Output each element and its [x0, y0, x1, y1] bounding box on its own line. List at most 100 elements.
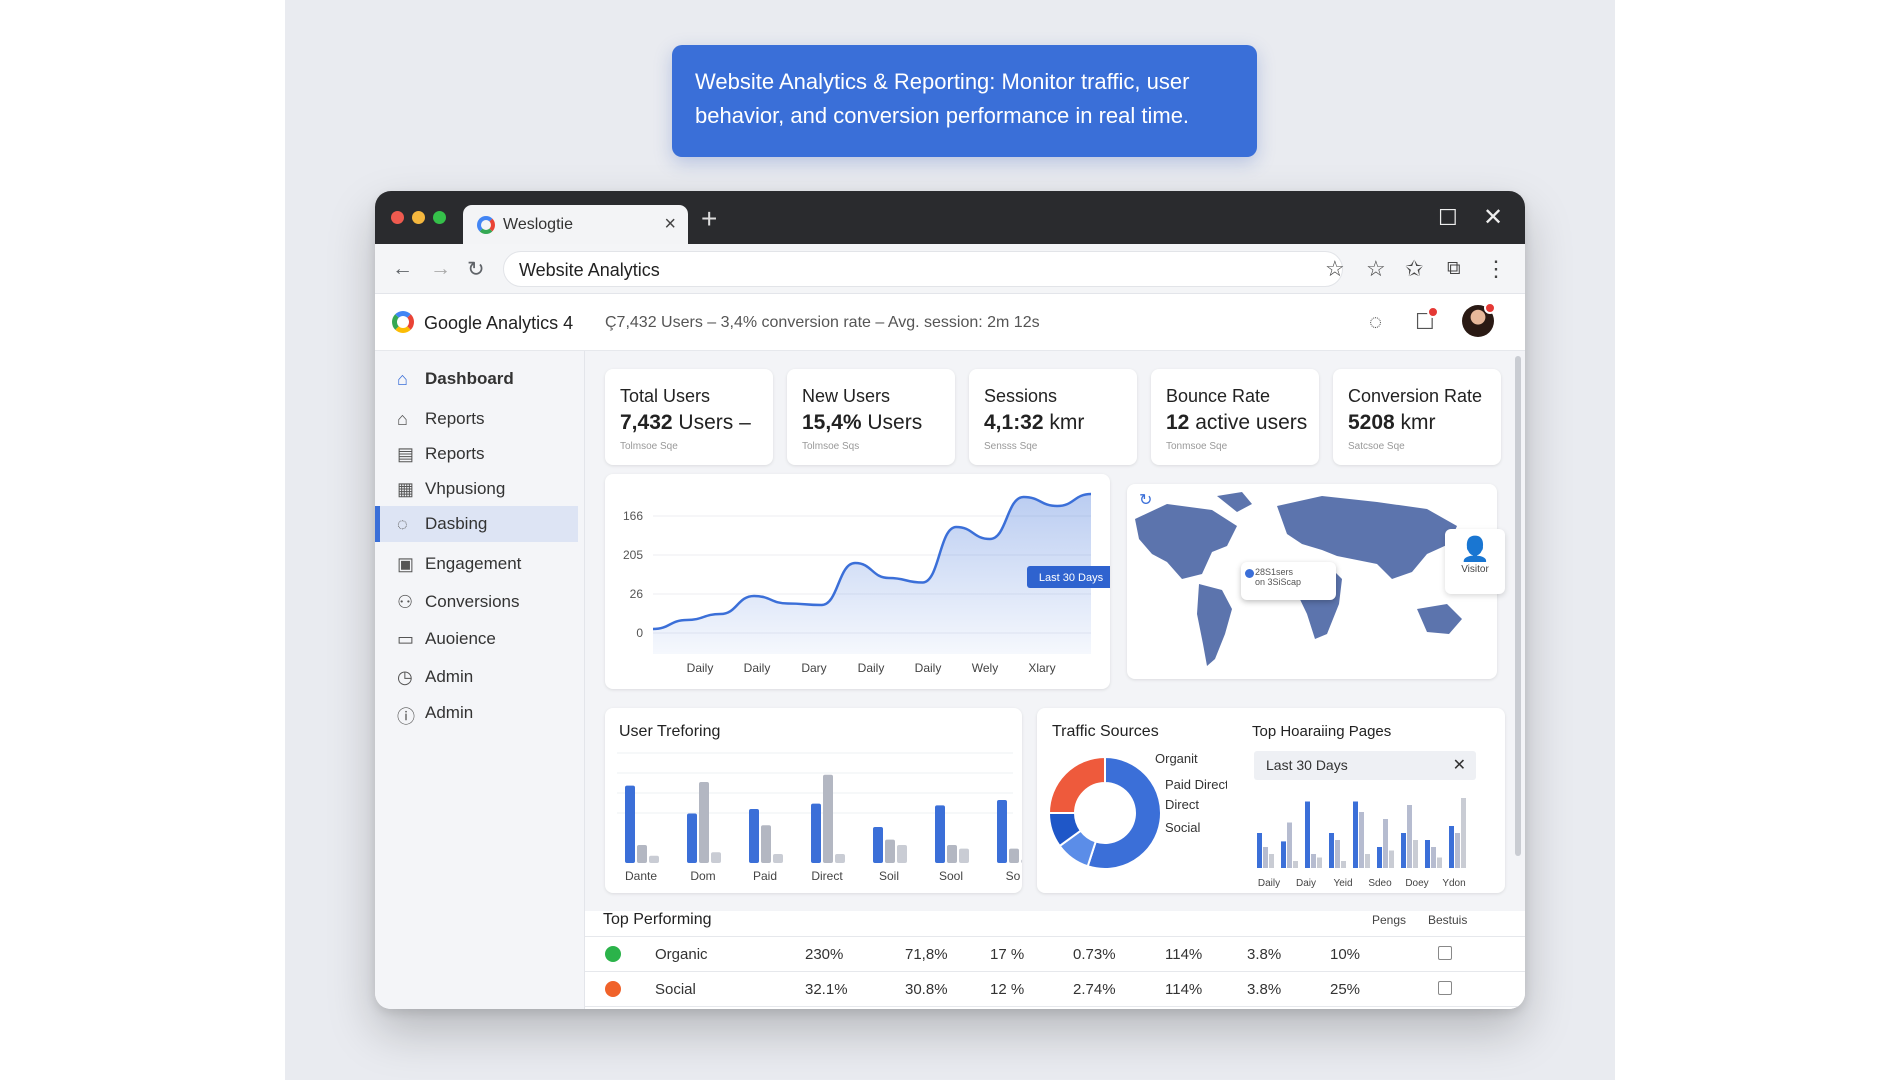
table-row[interactable]: Organic 230% 71,8% 17 % 0.73% 114% 3.8% 10% — [585, 936, 1525, 971]
refresh-icon[interactable]: ↻ — [1139, 490, 1152, 510]
realtime-icon[interactable]: ◌ — [1369, 309, 1382, 335]
close-tab-icon[interactable]: × — [664, 213, 676, 236]
sidebar-item-2[interactable]: ▤ Reports — [375, 436, 578, 472]
kpi-value-number: 15,4% — [802, 411, 862, 434]
row-name: Organic — [655, 946, 708, 963]
bar-category-label: Ydon — [1442, 878, 1465, 889]
row-checkbox[interactable] — [1438, 946, 1452, 960]
sidebar-item-label: Vhpusiong — [425, 479, 506, 498]
sidebar-item-3[interactable]: ▦ Vhpusiong — [375, 471, 578, 507]
sidebar-item-5[interactable]: ▣ Engagement — [375, 546, 578, 582]
new-tab-icon[interactable]: + — [701, 203, 717, 235]
bar — [1425, 840, 1430, 868]
minimize-window-dot[interactable] — [412, 211, 425, 224]
restore-window-icon[interactable]: ☐ — [1438, 205, 1458, 231]
app-name: Google Analytics 4 — [424, 313, 574, 333]
pie-label: Organit — [1155, 751, 1198, 766]
visitor-widget[interactable]: 👤 Visitor — [1445, 529, 1505, 594]
row-cell: 25% — [1330, 981, 1361, 998]
bar — [1311, 854, 1316, 868]
reload-icon[interactable]: ↻ — [467, 257, 485, 282]
row-cell: 71,8% — [905, 946, 948, 963]
close-window-icon[interactable]: ✕ — [1483, 203, 1503, 232]
kpi-card-2[interactable]: Sessions 4,1:32 kmr Sensss Sqe — [969, 369, 1137, 465]
bookmark-star-icon[interactable]: ☆ — [1325, 256, 1345, 282]
row-checkbox[interactable] — [1438, 981, 1452, 995]
bar — [873, 827, 883, 863]
back-icon[interactable]: ← — [392, 257, 413, 281]
menu-dots-icon[interactable]: ⋮ — [1485, 256, 1507, 282]
date-filter[interactable]: Last 30 Days ✕ — [1254, 751, 1476, 780]
table-title: Top Performing — [603, 911, 712, 928]
top-performing-table: Top Performing Pengs Bestuis Organic 230%… — [585, 911, 1525, 1009]
extension-icon[interactable]: ⧉ — [1447, 258, 1461, 280]
star-icon[interactable]: ☆ — [1366, 256, 1386, 282]
users-line-chart: 166 205 26 0 Daily Daily Dary Daily Daily Wely Xla… — [623, 492, 1115, 675]
kpi-card-3[interactable]: Bounce Rate 12 active users Tonmsoe Sqe — [1151, 369, 1319, 465]
close-window-dot[interactable] — [391, 211, 404, 224]
audience-icon: ▭ — [397, 629, 415, 649]
forward-icon[interactable]: → — [430, 257, 451, 281]
bar — [885, 839, 895, 863]
bar — [699, 782, 709, 863]
table-row[interactable]: Social 32.1% 30.8% 12 % 2.74% 114% 3.8% 25% — [585, 971, 1525, 1006]
bar — [1389, 850, 1394, 868]
table-row[interactable]: Social31.3%0.3%12%2.34%11.1%4.0%2% — [585, 1006, 1525, 1009]
kpi-card-4[interactable]: Conversion Rate 5208 kmr Satcsoe Sqe — [1333, 369, 1501, 465]
top-pages-bar-chart: Daily Daiy Yeid Sdeo Doey Ydon — [1257, 798, 1466, 889]
browser-tab[interactable]: Weslogtie × — [463, 205, 688, 244]
row-cell: 114% — [1165, 981, 1203, 998]
kpi-value: 5208 kmr — [1348, 411, 1436, 435]
row-status-dot — [605, 981, 621, 997]
bar — [649, 855, 659, 863]
scrollbar[interactable] — [1515, 356, 1521, 856]
visitor-label: Visitor — [1461, 564, 1489, 575]
pie-label: Paid Direct — [1165, 777, 1227, 792]
sidebar-item-4[interactable]: ◌ Dasbing — [375, 506, 578, 542]
home-outline-icon: ⌂ — [397, 409, 408, 429]
top-pages-title: Top Hoaraiing Pages — [1252, 723, 1392, 740]
traffic-card: Traffic Sources Organit Paid Direct Direct… — [1037, 708, 1505, 893]
row-cell: 3.8% — [1247, 946, 1282, 963]
maximize-window-dot[interactable] — [433, 211, 446, 224]
bar — [1353, 801, 1358, 868]
bar — [637, 845, 647, 863]
clear-filter-icon[interactable]: ✕ — [1453, 755, 1466, 775]
bar — [625, 785, 635, 863]
kpi-title: Conversion Rate — [1348, 386, 1483, 406]
bar — [749, 809, 759, 863]
kpi-title: Bounce Rate — [1166, 386, 1271, 406]
sidebar-item-6[interactable]: ⚇ Conversions — [375, 584, 578, 620]
traffic-donut-chart: Organit Paid Direct Direct Social — [1047, 751, 1227, 870]
range-badge-label: Last 30 Days — [1039, 572, 1104, 584]
bar — [1413, 840, 1418, 868]
kpi-value-unit: Users – — [672, 411, 751, 434]
url-field[interactable]: Website Analytics — [503, 251, 1343, 287]
bar-category-label: Soil — [879, 869, 899, 883]
bar — [947, 845, 957, 863]
favorites-icon[interactable]: ✩ — [1405, 256, 1423, 282]
sidebar-item-9[interactable]: ⓘ Admin — [375, 695, 578, 731]
kpi-value-number: 4,1:32 — [984, 411, 1044, 434]
line-chart-card: 166 205 26 0 Daily Daily Dary Daily Daily Wely Xla… — [605, 474, 1115, 689]
sidebar-item-8[interactable]: ◷ Admin — [375, 659, 578, 695]
bar — [1269, 854, 1274, 868]
sidebar-item-label: Dashboard — [425, 369, 514, 388]
bar — [1365, 854, 1370, 868]
row-cell: 17 % — [990, 946, 1025, 963]
sidebar-item-0[interactable]: ⌂ Dashboard — [375, 361, 578, 397]
kpi-card-0[interactable]: Total Users 7,432 Users – Tolmsoe Sqe — [605, 369, 773, 465]
person-icon: ⚇ — [397, 592, 414, 612]
engagement-icon: ▣ — [397, 554, 415, 574]
bar — [1281, 841, 1286, 868]
bar — [1407, 805, 1412, 868]
row-cell: 2.74% — [1073, 981, 1116, 998]
kpi-subtitle: Tolmsoe Sqs — [802, 441, 860, 452]
kpi-card-1[interactable]: New Users 15,4% Users Tolmsoe Sqs — [787, 369, 955, 465]
bar — [835, 854, 845, 863]
sidebar-item-7[interactable]: ▭ Auoience — [375, 621, 578, 657]
bar — [1461, 798, 1466, 868]
sidebar-item-1[interactable]: ⌂ Reports — [375, 401, 578, 437]
row-status-dot — [605, 946, 621, 962]
admin-icon: ◷ — [397, 667, 413, 687]
